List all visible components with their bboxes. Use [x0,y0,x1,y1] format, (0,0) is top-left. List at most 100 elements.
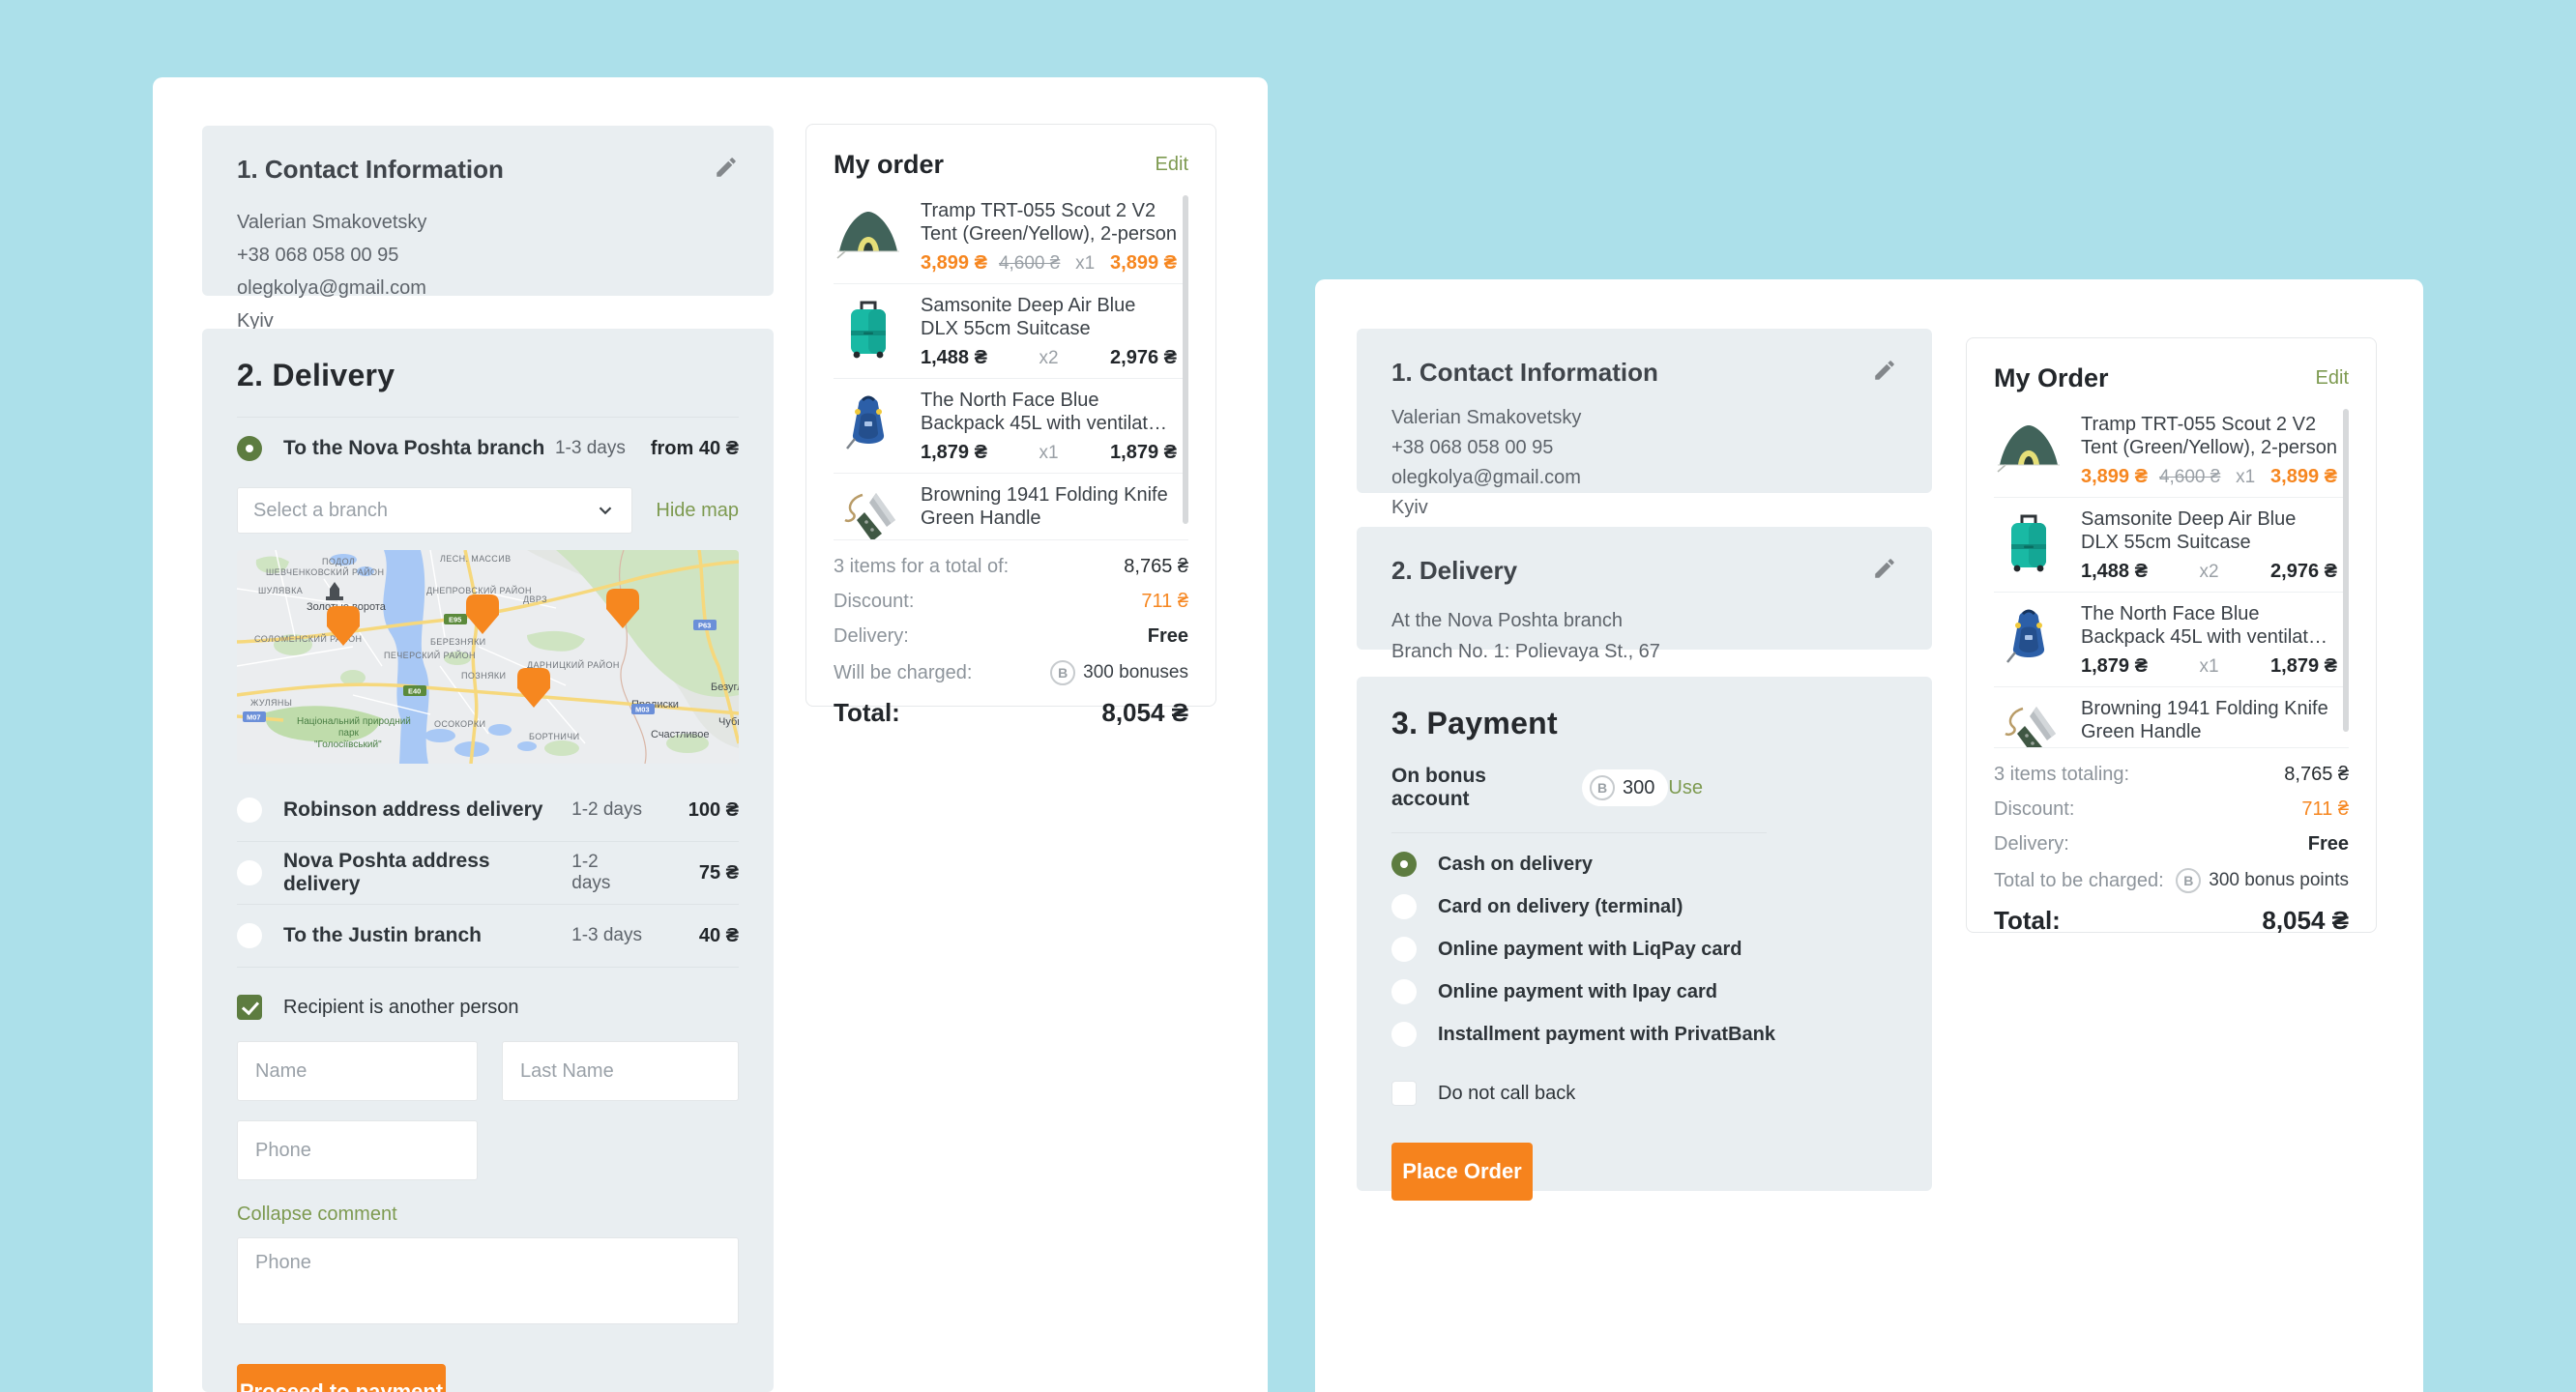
radio-selected-icon[interactable] [1391,852,1417,877]
payment-option-ipay[interactable]: Online payment with Ipay card [1391,971,1897,1013]
chevron-down-icon [595,500,616,521]
radio-icon[interactable] [1391,894,1417,919]
delivery-option-nova-poshta-branch[interactable]: To the Nova Poshta branch 1-3 days from … [237,418,739,479]
order-item-backpack: The North Face Blue Backpack 45L with ve… [1994,592,2349,686]
recipient-checkbox-row[interactable]: Recipient is another person [237,995,739,1020]
tent-product-image [834,199,903,269]
delivery-option-robinson[interactable]: Robinson address delivery 1-2 days 100 ₴ [237,779,739,841]
recipient-last-name-field[interactable] [502,1041,739,1101]
svg-text:парк: парк [338,728,360,739]
proceed-to-payment-button[interactable]: Proceed to payment [237,1364,446,1392]
contact-name: Valerian Smakovetsky [1391,403,1897,433]
svg-text:ПОДОЛ: ПОДОЛ [322,557,355,566]
edit-order-link[interactable]: Edit [2316,367,2349,390]
order-item-tent: Tramp TRT-055 Scout 2 V2 Tent (Green/Yel… [834,189,1188,283]
edit-pencil-icon[interactable] [1872,556,1897,581]
hide-map-link[interactable]: Hide map [656,500,739,522]
contact-info-title: 1. Contact Information [237,155,504,185]
backpack-product-image [1994,602,2064,672]
divider [237,967,739,968]
payment-option-card-terminal[interactable]: Card on delivery (terminal) [1391,885,1897,928]
contact-info-card: 1. Contact Information Valerian Smakovet… [1357,329,1932,493]
bonus-icon: B [2176,868,2201,893]
suitcase-product-image [1994,508,2064,577]
radio-selected-icon[interactable] [237,436,262,461]
svg-text:М03: М03 [635,706,650,714]
delivery-option-justin-branch[interactable]: To the Justin branch 1-3 days 40 ₴ [237,905,739,967]
order-item-suitcase: Samsonite Deep Air Blue DLX 55cm Suitcas… [834,283,1188,378]
items-scrollbar[interactable] [2343,409,2349,732]
delivery-option-nova-poshta-address[interactable]: Nova Poshta address delivery 1-2 days 75… [237,842,739,904]
radio-icon[interactable] [1391,937,1417,962]
backpack-product-image [834,389,903,458]
contact-info-card: 1. Contact Information Valerian Smakovet… [202,126,774,296]
divider [1391,832,1767,833]
comment-textarea[interactable] [237,1237,739,1324]
knife-product-image [834,483,903,539]
order-item-backpack: The North Face Blue Backpack 45L with ve… [834,378,1188,473]
use-bonuses-link[interactable]: Use [1668,777,1703,799]
edit-order-link[interactable]: Edit [1156,154,1188,176]
delivery-card: 2. Delivery To the Nova Poshta branch 1-… [202,329,774,1392]
order-item-tent: Tramp TRT-055 Scout 2 V2 Tent (Green/Yel… [1994,403,2349,497]
order-items-list: Tramp TRT-055 Scout 2 V2 Tent (Green/Yel… [1994,403,2349,747]
bonus-icon: B [1050,660,1075,685]
svg-text:ДНЕПРОВСКИЙ РАЙОН: ДНЕПРОВСКИЙ РАЙОН [426,585,532,595]
svg-text:Безугло: Безугло [711,682,739,693]
svg-text:ПЕЧЕРСКИЙ РАЙОН: ПЕЧЕРСКИЙ РАЙОН [384,650,476,660]
branch-map[interactable]: ПОДОЛ ШЕВЧЕНКОВСКИЙ РАЙОН ШУЛЯВКА Золоты… [237,550,739,764]
svg-text:Счастливое: Счастливое [651,729,709,740]
svg-text:Національний природний: Національний природний [297,716,411,727]
edit-pencil-icon[interactable] [714,155,739,180]
order-item-knife: Browning 1941 Folding Knife Green Handle… [834,473,1188,539]
items-scrollbar[interactable] [1183,195,1188,524]
svg-text:Р63: Р63 [698,622,711,630]
delivery-summary-card: 2. Delivery At the Nova Poshta branch Br… [1357,527,1932,650]
place-order-button[interactable]: Place Order [1391,1143,1533,1201]
contact-city: Kyiv [1391,493,1897,523]
order-items-list: Tramp TRT-055 Scout 2 V2 Tent (Green/Yel… [834,189,1188,539]
recipient-phone-field[interactable] [237,1120,478,1180]
suitcase-product-image [834,294,903,363]
edit-pencil-icon[interactable] [1872,358,1897,383]
svg-text:ОСОКОРКИ: ОСОКОРКИ [434,719,485,729]
svg-text:Чубин: Чубин [718,716,739,728]
contact-phone: +38 068 058 00 95 [1391,433,1897,463]
order-summary-title: My Order [1994,363,2109,393]
radio-icon[interactable] [237,798,262,823]
svg-text:Е40: Е40 [408,687,421,696]
branch-select[interactable]: Select a branch [237,487,632,534]
radio-icon[interactable] [1391,1022,1417,1047]
svg-text:ЖУЛЯНЫ: ЖУЛЯНЫ [250,698,292,708]
radio-icon[interactable] [1391,979,1417,1004]
contact-phone: +38 068 058 00 95 [237,239,739,272]
svg-text:ШЕВЧЕНКОВСКИЙ РАЙОН: ШЕВЧЕНКОВСКИЙ РАЙОН [266,566,384,577]
order-summary-title: My order [834,150,944,180]
payment-option-privatbank-installment[interactable]: Installment payment with PrivatBank [1391,1013,1897,1056]
checkbox-icon[interactable] [1391,1081,1417,1106]
recipient-name-field[interactable] [237,1041,478,1101]
bonus-account-label: On bonus account [1391,765,1568,811]
svg-text:ПОЗНЯКИ: ПОЗНЯКИ [461,671,506,681]
contact-email: olegkolya@gmail.com [237,272,739,304]
do-not-call-back-row[interactable]: Do not call back [1391,1081,1897,1106]
payment-card: 3. Payment On bonus account B 300 Use Ca… [1357,677,1932,1191]
delivery-method-line: At the Nova Poshta branch [1391,605,1897,636]
bonus-icon: B [1590,775,1615,800]
order-item-suitcase: Samsonite Deep Air Blue DLX 55cm Suitcas… [1994,497,2349,592]
checkbox-checked-icon[interactable] [237,995,262,1020]
radio-icon[interactable] [237,923,262,948]
collapse-comment-link[interactable]: Collapse comment [237,1204,397,1226]
payment-option-cash[interactable]: Cash on delivery [1391,843,1897,885]
checkout-step3-panel: 1. Contact Information Valerian Smakovet… [1315,279,2423,1392]
order-summary-card: My order Edit Tramp TRT-055 Scout 2 V2 T… [805,124,1216,707]
radio-icon[interactable] [237,860,262,885]
svg-text:ДВРЗ: ДВРЗ [523,594,547,604]
order-item-knife: Browning 1941 Folding Knife Green Handle… [1994,686,2349,747]
payment-option-liqpay[interactable]: Online payment with LiqPay card [1391,928,1897,971]
contact-name: Valerian Smakovetsky [237,206,739,239]
contact-email: olegkolya@gmail.com [1391,463,1897,493]
delivery-title: 2. Delivery [237,358,739,393]
bonus-charged-value: B300 bonuses [1050,660,1188,685]
contact-info-title: 1. Contact Information [1391,358,1658,388]
